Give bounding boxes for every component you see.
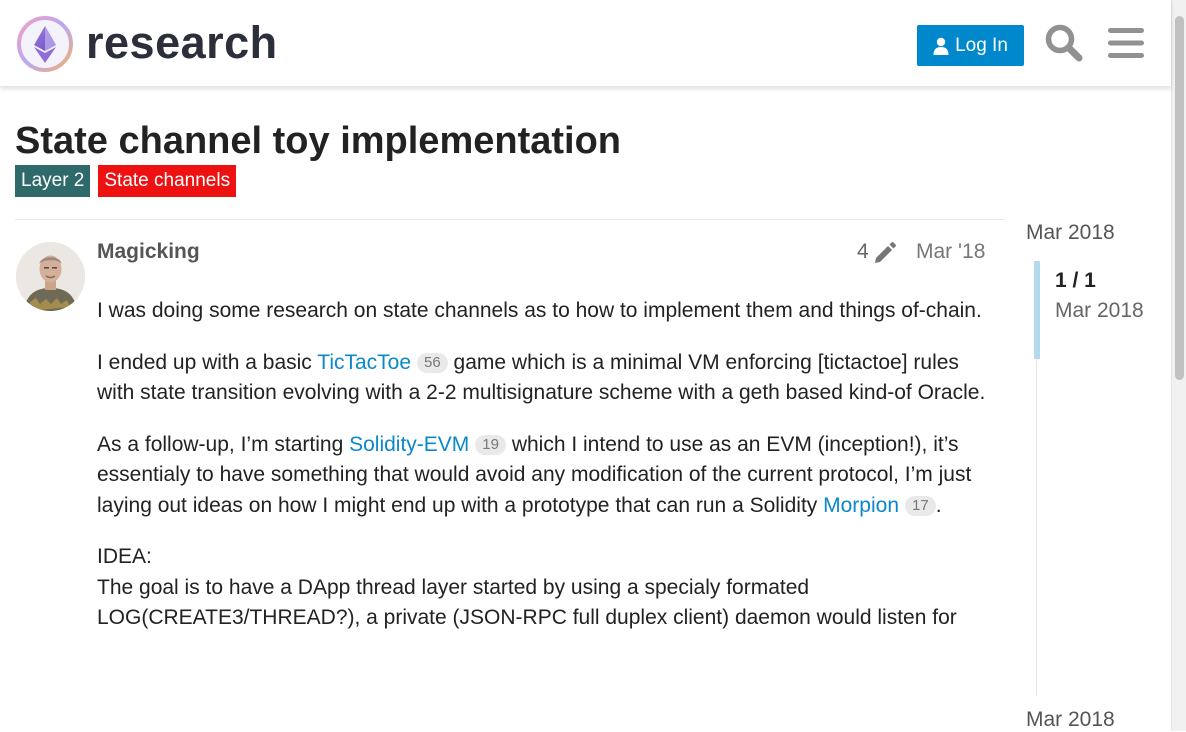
post-edit-history-button[interactable]: 4	[857, 240, 897, 264]
page-scrollbar[interactable]	[1171, 0, 1186, 731]
paragraph-text: .	[935, 493, 942, 517]
category-badge-layer-2[interactable]: Layer 2	[15, 165, 91, 197]
login-button[interactable]: Log In	[917, 25, 1024, 66]
paragraph-text: I ended up with a basic	[97, 350, 318, 374]
post-paragraph-3: As a follow-up, I’m starting Solidity-EV…	[97, 430, 989, 522]
timeline-end-date[interactable]: Mar 2018	[1026, 708, 1115, 732]
ethereum-logo-icon	[17, 16, 73, 72]
tictactoe-link[interactable]: TicTacToe	[317, 351, 411, 374]
timeline-start-date[interactable]: Mar 2018	[1026, 221, 1115, 245]
timeline-handle-date: Mar 2018	[1055, 299, 1144, 322]
user-icon	[933, 37, 949, 55]
site-header: research Log In	[0, 0, 1171, 87]
topic-title[interactable]: State channel toy implementation	[15, 118, 621, 164]
logo-wordmark: research	[86, 16, 278, 68]
hamburger-menu-button[interactable]	[1103, 20, 1149, 66]
scrollbar-thumb[interactable]	[1175, 16, 1184, 380]
edit-count: 4	[857, 240, 869, 263]
timeline-handle[interactable]	[1034, 261, 1040, 359]
idea-heading: IDEA:	[97, 545, 152, 568]
post-paragraph-4: IDEA: The goal is to have a DApp thread l…	[97, 542, 989, 634]
post-paragraph-1: I was doing some research on state chann…	[97, 299, 982, 322]
link-click-count: 56	[417, 352, 448, 373]
menu-icon	[1108, 28, 1144, 58]
search-icon	[1045, 24, 1083, 62]
topic-tags: Layer 2 State channels	[15, 165, 237, 197]
post-date-link[interactable]: Mar '18	[916, 240, 985, 264]
paragraph-text: As a follow-up, I’m starting	[97, 432, 350, 456]
avatar[interactable]	[16, 242, 85, 311]
paragraph-text: The goal is to have a DApp thread layer …	[97, 575, 957, 630]
user-avatar-image	[16, 242, 85, 311]
category-badge-state-channels[interactable]: State channels	[98, 165, 237, 197]
post-paragraph-2: I ended up with a basic TicTacToe 56 game…	[97, 348, 989, 409]
link-click-count: 17	[905, 495, 936, 516]
post-body: I was doing some research on state chann…	[97, 296, 989, 634]
timeline-post-position: 1 / 1	[1055, 269, 1096, 292]
site-logo-link[interactable]: research	[16, 14, 278, 74]
solidity-evm-link[interactable]: Solidity-EVM	[349, 433, 469, 456]
title-divider	[15, 219, 1004, 220]
post-author-username[interactable]: Magicking	[97, 240, 200, 264]
morpion-link[interactable]: Morpion	[823, 494, 899, 517]
link-click-count: 19	[475, 434, 506, 455]
login-button-label: Log In	[955, 34, 1008, 56]
search-button[interactable]	[1041, 20, 1087, 66]
pencil-icon	[874, 242, 896, 263]
